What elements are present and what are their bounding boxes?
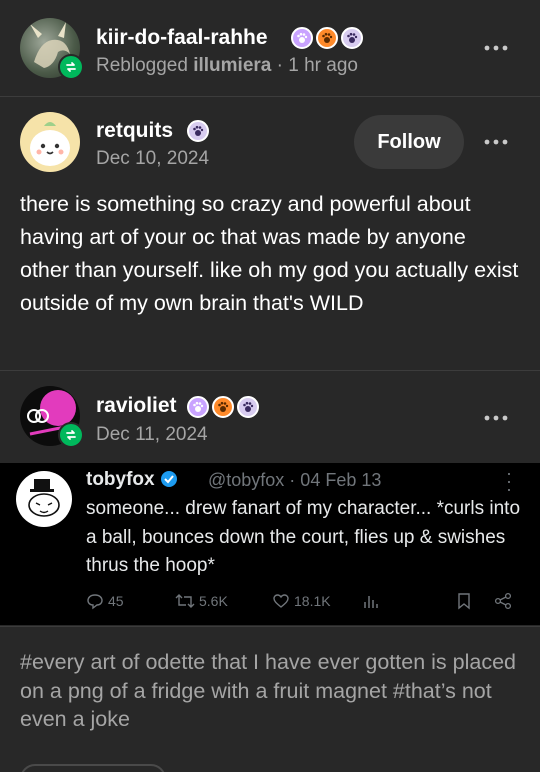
tweet-screenshot: tobyfox @tobyfox · 04 Feb 13 · · · someone… [0, 463, 540, 625]
verified-icon [160, 471, 177, 487]
bookmark-icon [458, 593, 470, 610]
post-more-button[interactable] [480, 32, 512, 64]
reblogger-name[interactable]: kiir-do-faal-rahhe [96, 26, 268, 50]
views-icon [364, 596, 378, 608]
share-icon [494, 592, 512, 610]
tweet-retweet: 5.6K [175, 589, 228, 613]
tweet-share [494, 589, 512, 613]
reblogged-from-link[interactable]: illumiera [193, 55, 271, 76]
reblogged-prefix: Reblogged [96, 55, 188, 76]
tweet-author-name-text: tobyfox [86, 469, 155, 490]
tweet-like: 18.1K [272, 589, 331, 613]
tweet-more-icon: · · · [506, 463, 512, 499]
more-icon [484, 139, 508, 145]
more-icon [484, 45, 508, 51]
tweet-reply: 45 [86, 589, 124, 613]
reblog-icon [58, 54, 84, 80]
reblog-time: · 1 hr ago [276, 55, 358, 76]
paw-badge-icon [187, 396, 209, 418]
tweet-reply-count: 45 [108, 593, 124, 609]
original-post-date: Dec 10, 2024 [96, 148, 210, 169]
original-author-name[interactable]: retquits [96, 119, 173, 143]
tweet-bookmark [456, 589, 472, 613]
tweet-views [362, 589, 380, 613]
tweet-handle: @tobyfox · 04 Feb 13 [208, 470, 382, 490]
reblog-icon [58, 422, 84, 448]
tweet-text: someone... drew fanart of my character..… [86, 498, 521, 576]
tweet-like-count: 18.1K [294, 593, 331, 609]
divider [0, 96, 540, 97]
paw-badge-icon [212, 396, 234, 418]
tweet-avatar [16, 471, 72, 527]
reblogger-badges [291, 27, 363, 49]
tweet-author-name: tobyfox [86, 469, 178, 491]
original-author-badges [187, 120, 209, 142]
retweet-icon [175, 594, 195, 608]
paw-badge-icon [341, 27, 363, 49]
post-tags[interactable]: #every art of odette that I have ever go… [20, 648, 520, 734]
reply-more-button[interactable] [480, 402, 512, 434]
original-post-text: there is something so crazy and powerful… [20, 192, 519, 315]
dog-avatar-icon [28, 479, 60, 517]
notes-button[interactable] [20, 764, 166, 772]
reply-date: Dec 11, 2024 [96, 424, 208, 445]
follow-button[interactable]: Follow [354, 115, 464, 169]
paw-badge-icon [187, 120, 209, 142]
original-more-button[interactable] [480, 126, 512, 158]
reply-icon [87, 594, 103, 610]
reply-author-name[interactable]: ravioliet [96, 394, 177, 418]
tweet-retweet-count: 5.6K [199, 593, 228, 609]
reblog-info: Reblogged illumiera · 1 hr ago [96, 55, 358, 77]
divider [0, 370, 540, 371]
divider [0, 626, 540, 627]
original-author-avatar[interactable] [20, 112, 80, 172]
like-icon [273, 594, 289, 608]
reply-author-badges [187, 396, 259, 418]
character-avatar-icon [30, 122, 70, 166]
paw-badge-icon [291, 27, 313, 49]
more-icon [484, 415, 508, 421]
paw-badge-icon [316, 27, 338, 49]
paw-badge-icon [237, 396, 259, 418]
